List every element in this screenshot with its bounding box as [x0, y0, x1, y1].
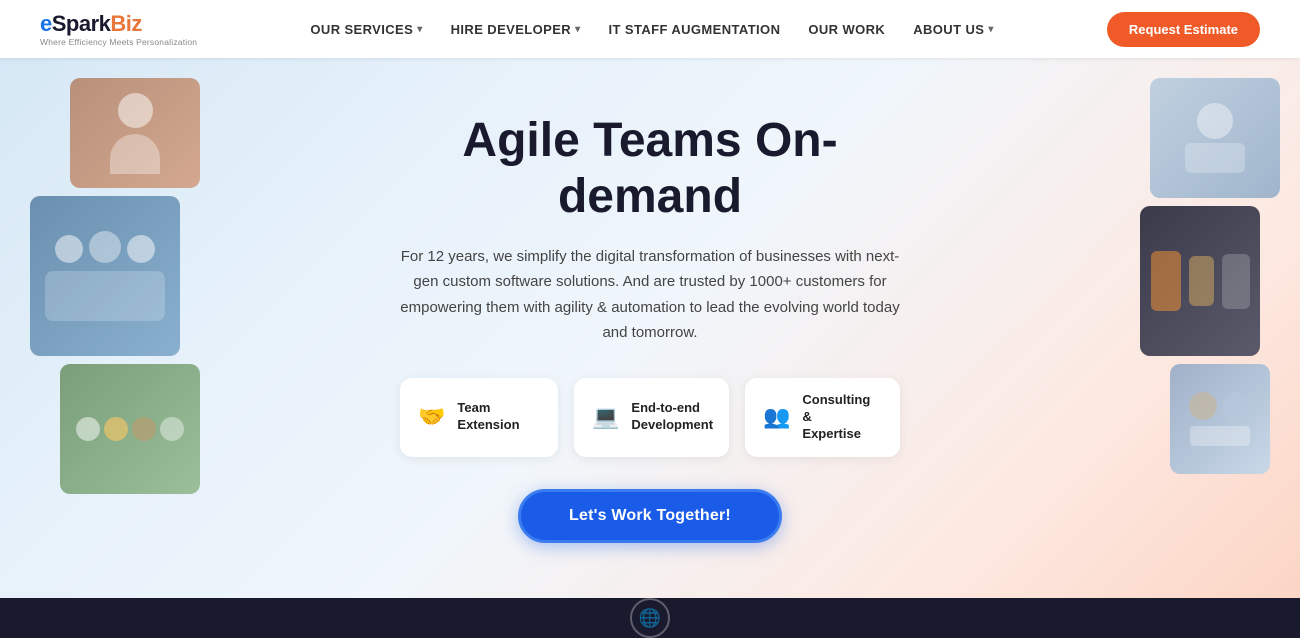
hero-title: Agile Teams On-demand	[400, 113, 900, 223]
nav-link-services[interactable]: OUR SERVICES ▾	[310, 22, 422, 37]
nav-item-staffaug[interactable]: IT STAFF AUGMENTATION	[609, 22, 781, 37]
feature-label-consulting: Consulting &Expertise	[802, 392, 882, 443]
hero-description: For 12 years, we simplify the digital tr…	[400, 244, 900, 346]
navbar: eSparkBiz Where Efficiency Meets Persona…	[0, 0, 1300, 58]
feature-label-dev: End-to-endDevelopment	[631, 400, 713, 434]
chevron-down-icon: ▾	[575, 24, 580, 35]
nav-link-staffaug[interactable]: IT STAFF AUGMENTATION	[609, 22, 781, 37]
collage-photo-r1	[1150, 78, 1280, 198]
logo-tagline: Where Efficiency Meets Personalization	[40, 37, 197, 47]
nav-item-about[interactable]: ABOUT US ▾	[913, 22, 994, 37]
feature-card-end-to-end[interactable]: 💻 End-to-endDevelopment	[574, 378, 729, 457]
feature-card-consulting[interactable]: 👥 Consulting &Expertise	[745, 378, 900, 457]
chevron-down-icon: ▾	[417, 24, 422, 35]
collage-photo-1	[70, 78, 200, 188]
chevron-down-icon: ▾	[988, 24, 993, 35]
nav-links: OUR SERVICES ▾ HIRE DEVELOPER ▾ IT STAFF…	[310, 22, 993, 37]
request-estimate-button[interactable]: Request Estimate	[1107, 12, 1260, 47]
footer-icon: 🌐	[630, 598, 670, 638]
nav-link-work[interactable]: OUR WORK	[808, 22, 885, 37]
feature-card-team-extension[interactable]: 🤝 Team Extension	[400, 378, 558, 457]
nav-item-services[interactable]: OUR SERVICES ▾	[310, 22, 422, 37]
collage-photo-2	[30, 196, 180, 356]
feature-cards: 🤝 Team Extension 💻 End-to-endDevelopment…	[400, 378, 900, 457]
footer-bar: 🌐	[0, 598, 1300, 638]
nav-link-hire[interactable]: HIRE DEVELOPER ▾	[451, 22, 581, 37]
logo[interactable]: eSparkBiz Where Efficiency Meets Persona…	[40, 11, 197, 47]
footer-globe-icon: 🌐	[639, 608, 661, 629]
hero-section: Agile Teams On-demand For 12 years, we s…	[0, 58, 1300, 598]
end-to-end-icon: 💻	[592, 404, 619, 430]
hero-content: Agile Teams On-demand For 12 years, we s…	[380, 73, 920, 582]
nav-item-hire[interactable]: HIRE DEVELOPER ▾	[451, 22, 581, 37]
left-photo-collage	[0, 58, 260, 598]
logo-brand: eSparkBiz	[40, 11, 197, 37]
lets-work-together-button[interactable]: Let's Work Together!	[518, 489, 782, 543]
collage-photo-r3	[1170, 364, 1270, 474]
nav-link-about[interactable]: ABOUT US ▾	[913, 22, 994, 37]
consulting-icon: 👥	[763, 404, 790, 430]
collage-photo-3	[60, 364, 200, 494]
collage-photo-r2	[1140, 206, 1260, 356]
team-extension-icon: 🤝	[418, 404, 445, 430]
feature-label-team: Team Extension	[457, 400, 540, 434]
right-photo-collage	[1080, 58, 1300, 598]
nav-item-work[interactable]: OUR WORK	[808, 22, 885, 37]
